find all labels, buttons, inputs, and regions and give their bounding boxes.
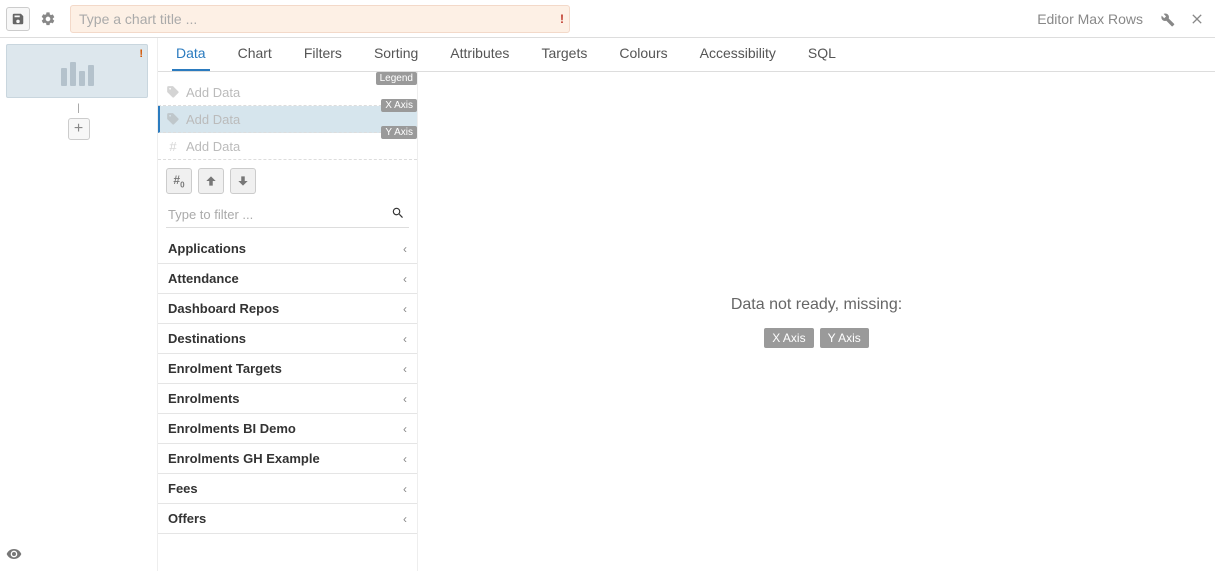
canvas-message: Data not ready, missing:	[731, 296, 902, 314]
wrench-icon	[1159, 11, 1175, 27]
chevron-left-icon: ‹	[403, 242, 407, 256]
data-panel: Legend Add Data X Axis Add Data Y Axis #…	[158, 72, 418, 571]
tab-accessibility[interactable]: Accessibility	[696, 37, 780, 71]
save-icon	[11, 12, 25, 26]
search-button[interactable]	[391, 206, 405, 223]
tag-icon	[166, 112, 180, 126]
search-icon	[391, 206, 405, 220]
arrow-down-icon	[236, 174, 250, 188]
yaxis-badge: Y Axis	[381, 126, 417, 139]
eye-icon	[6, 546, 22, 562]
number-format-button[interactable]: #0	[166, 168, 192, 194]
editor-max-rows-label[interactable]: Editor Max Rows	[1037, 11, 1143, 27]
category-label: Fees	[168, 481, 198, 496]
hash-sub-icon: #0	[173, 173, 184, 189]
tag-icon	[166, 85, 180, 99]
save-button[interactable]	[6, 7, 30, 31]
missing-xaxis-chip: X Axis	[764, 328, 813, 348]
settings-button[interactable]	[36, 7, 60, 31]
category-label: Enrolments BI Demo	[168, 421, 296, 436]
category-enrolments-gh-example[interactable]: Enrolments GH Example ‹	[158, 444, 417, 474]
tab-attributes[interactable]: Attributes	[446, 37, 513, 71]
top-toolbar: ! Editor Max Rows	[0, 0, 1215, 38]
chevron-left-icon: ‹	[403, 332, 407, 346]
warning-icon: !	[139, 48, 143, 60]
dropzone-yaxis[interactable]: Y Axis # Add Data	[158, 133, 417, 160]
panel-tools: #0	[158, 160, 417, 202]
close-button[interactable]	[1185, 7, 1209, 31]
chevron-left-icon: ‹	[403, 512, 407, 526]
category-destinations[interactable]: Destinations ‹	[158, 324, 417, 354]
filter-input[interactable]	[166, 202, 409, 228]
main-area: ! | + Data Chart Filters Sorting Attribu…	[0, 38, 1215, 571]
category-label: Dashboard Repos	[168, 301, 279, 316]
legend-badge: Legend	[376, 72, 417, 85]
category-label: Applications	[168, 241, 246, 256]
arrow-up-icon	[204, 174, 218, 188]
chevron-left-icon: ‹	[403, 362, 407, 376]
dropzone-xaxis-placeholder: Add Data	[186, 112, 240, 127]
chevron-left-icon: ‹	[403, 452, 407, 466]
category-label: Enrolments	[168, 391, 240, 406]
category-attendance[interactable]: Attendance ‹	[158, 264, 417, 294]
category-fees[interactable]: Fees ‹	[158, 474, 417, 504]
editor-tabs: Data Chart Filters Sorting Attributes Ta…	[158, 38, 1215, 72]
chart-canvas: Data not ready, missing: X Axis Y Axis	[418, 72, 1215, 571]
category-label: Offers	[168, 511, 206, 526]
preview-toggle[interactable]	[6, 546, 22, 565]
chevron-left-icon: ‹	[403, 302, 407, 316]
hash-icon: #	[166, 139, 180, 153]
chevron-left-icon: ‹	[403, 482, 407, 496]
chart-thumbnail[interactable]: !	[6, 44, 148, 98]
category-list: Applications ‹ Attendance ‹ Dashboard Repo…	[158, 234, 417, 571]
tab-filters[interactable]: Filters	[300, 37, 346, 71]
chevron-left-icon: ‹	[403, 272, 407, 286]
tab-sorting[interactable]: Sorting	[370, 37, 422, 71]
category-offers[interactable]: Offers ‹	[158, 504, 417, 534]
tab-targets[interactable]: Targets	[537, 37, 591, 71]
left-rail: ! | +	[0, 38, 158, 571]
tab-sql[interactable]: SQL	[804, 37, 840, 71]
category-enrolments[interactable]: Enrolments ‹	[158, 384, 417, 414]
xaxis-badge: X Axis	[381, 99, 417, 112]
gear-icon	[40, 11, 56, 27]
chart-title-field-wrap: !	[70, 5, 570, 33]
dropzone-legend[interactable]: Legend Add Data	[158, 79, 417, 106]
category-label: Attendance	[168, 271, 239, 286]
missing-chips: X Axis Y Axis	[764, 328, 869, 348]
category-enrolments-bi-demo[interactable]: Enrolments BI Demo ‹	[158, 414, 417, 444]
move-down-button[interactable]	[230, 168, 256, 194]
category-applications[interactable]: Applications ‹	[158, 234, 417, 264]
category-dashboard-repos[interactable]: Dashboard Repos ‹	[158, 294, 417, 324]
category-label: Destinations	[168, 331, 246, 346]
content-area: Data Chart Filters Sorting Attributes Ta…	[158, 38, 1215, 571]
dropzone-legend-placeholder: Add Data	[186, 85, 240, 100]
filter-field-wrap	[158, 202, 417, 234]
warning-icon: !	[560, 12, 564, 26]
tools-button[interactable]	[1155, 7, 1179, 31]
category-label: Enrolment Targets	[168, 361, 282, 376]
category-enrolment-targets[interactable]: Enrolment Targets ‹	[158, 354, 417, 384]
tab-colours[interactable]: Colours	[615, 37, 671, 71]
missing-yaxis-chip: Y Axis	[820, 328, 869, 348]
dropzone-xaxis[interactable]: X Axis Add Data	[158, 106, 417, 133]
move-up-button[interactable]	[198, 168, 224, 194]
add-tile-button[interactable]: +	[68, 118, 90, 140]
content-body: Legend Add Data X Axis Add Data Y Axis #…	[158, 72, 1215, 571]
chart-title-input[interactable]	[70, 5, 570, 33]
close-icon	[1189, 11, 1205, 27]
thumbnail-caret: |	[6, 104, 151, 114]
tab-data[interactable]: Data	[172, 37, 210, 71]
chevron-left-icon: ‹	[403, 422, 407, 436]
bar-chart-icon	[61, 56, 94, 86]
tab-chart[interactable]: Chart	[234, 37, 276, 71]
chevron-left-icon: ‹	[403, 392, 407, 406]
plus-icon: +	[74, 120, 83, 138]
category-label: Enrolments GH Example	[168, 451, 320, 466]
dropzone-yaxis-placeholder: Add Data	[186, 139, 240, 154]
